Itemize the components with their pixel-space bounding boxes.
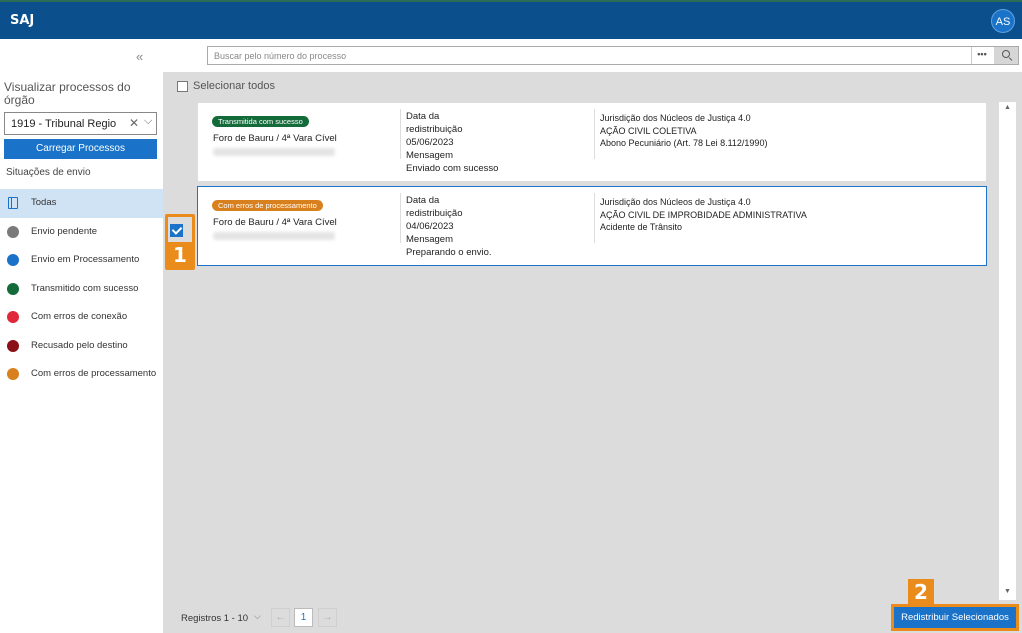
date-label-cont: redistribuição <box>406 124 463 135</box>
process-card[interactable]: Com erros de processamento Foro de Bauru … <box>197 186 987 266</box>
redistribute-selected-button[interactable]: Redistribuir Selecionados <box>894 607 1016 628</box>
class-text: AÇÃO CIVIL DE IMPROBIDADE ADMINISTRATIVA <box>600 209 807 220</box>
current-page-button[interactable]: 1 <box>294 608 313 627</box>
message-text: Preparando o envio. <box>406 247 492 258</box>
search-bar: ••• <box>163 39 1022 72</box>
row-2-checkbox[interactable] <box>170 224 183 237</box>
message-label: Mensagem <box>406 234 453 245</box>
status-filter-item[interactable]: Envio em Processamento <box>0 246 163 275</box>
column-divider <box>594 193 595 243</box>
list-scrollbar[interactable]: ▲ ▼ <box>999 102 1016 600</box>
foro-label: Foro de Bauru / 4ª Vara Cível <box>213 133 337 144</box>
records-chevron-down-icon[interactable]: ⌵ <box>254 611 261 622</box>
select-all-checkbox[interactable] <box>177 81 188 92</box>
date-label-cont: redistribuição <box>406 208 463 219</box>
user-avatar[interactable]: AS <box>991 9 1015 33</box>
view-processes-label: Visualizar processos do órgão <box>4 80 131 107</box>
scroll-down-icon[interactable]: ▼ <box>1004 588 1011 595</box>
column-divider <box>594 109 595 159</box>
status-filter-label: Recusado pelo destino <box>31 339 128 351</box>
status-filter-item[interactable]: Envio pendente <box>0 218 163 247</box>
column-divider <box>400 193 401 243</box>
clear-icon[interactable]: ✕ <box>129 116 139 130</box>
prev-page-button[interactable]: ← <box>271 608 290 627</box>
status-section-title: Situações de envio <box>6 167 91 178</box>
redistribution-date: 04/06/2023 <box>406 221 454 232</box>
date-label: Data da <box>406 111 440 122</box>
message-label: Mensagem <box>406 150 453 161</box>
status-filter-label: Envio em Processamento <box>31 254 140 265</box>
step-2-highlight: Redistribuir Selecionados <box>891 604 1019 631</box>
subject-text: Abono Pecuniário (Art. 78 Lei 8.112/1990… <box>600 138 768 148</box>
search-icon <box>1002 50 1010 58</box>
search-button[interactable] <box>994 47 1018 64</box>
message-text: Enviado com sucesso <box>406 163 499 174</box>
load-processes-button[interactable]: Carregar Processos <box>4 139 157 159</box>
status-filter-label: Todas <box>31 197 57 208</box>
status-dot-icon <box>7 254 19 266</box>
status-filter-label: Envio pendente <box>31 225 98 237</box>
status-filter-item[interactable]: Com erros de processamento <box>0 360 163 389</box>
redistribution-info: Data da redistribuição 04/06/2023 Mensagem P… <box>406 194 492 259</box>
more-options-icon[interactable]: ••• <box>971 47 992 64</box>
status-filter-item[interactable]: Transmitido com sucesso <box>0 275 163 304</box>
status-filter-item[interactable]: Todas <box>0 189 163 218</box>
jurisdiction-text: Jurisdição dos Núcleos de Justiça 4.0 <box>600 197 751 207</box>
next-page-button[interactable]: → <box>318 608 337 627</box>
scroll-up-icon[interactable]: ▲ <box>1004 104 1011 111</box>
status-filter-label: Com erros de processamento <box>31 368 157 379</box>
status-dot-icon <box>7 339 19 352</box>
status-badge: Com erros de processamento <box>212 200 323 211</box>
status-filter-label: Transmitido com sucesso <box>31 282 139 294</box>
main-panel: ••• Selecionar todos Transmitida com suc… <box>163 39 1022 633</box>
class-text: AÇÃO CIVIL COLETIVA <box>600 125 697 136</box>
book-icon <box>8 197 18 209</box>
chevron-down-icon[interactable]: ⌵ <box>144 115 152 128</box>
redacted-process-number <box>213 232 335 240</box>
date-label: Data da <box>406 195 440 206</box>
sidebar: « Visualizar processos do órgão 1919 - T… <box>0 39 163 633</box>
org-select-value: 1919 - Tribunal Regio <box>11 118 117 130</box>
step-1-marker: 1 <box>167 242 193 268</box>
status-filter-item[interactable]: Com erros de conexão <box>0 303 163 332</box>
status-filter-item[interactable]: Recusado pelo destino <box>0 332 163 361</box>
search-box: ••• <box>207 46 1019 65</box>
search-input[interactable] <box>214 48 964 63</box>
app-title: SAJ <box>10 13 35 28</box>
status-dot-icon <box>7 225 19 238</box>
redistribution-date: 05/06/2023 <box>406 137 454 148</box>
status-dot-icon <box>7 311 19 323</box>
column-divider <box>400 109 401 159</box>
process-card[interactable]: Transmitida com sucesso Foro de Bauru / 4… <box>197 102 987 182</box>
jurisdiction-info: Jurisdição dos Núcleos de Justiça 4.0 AÇÃ… <box>600 196 807 234</box>
subject-text: Acidente de Trânsito <box>600 222 683 232</box>
status-dot-icon <box>7 282 19 295</box>
records-per-page[interactable]: Registros 1 - 10 <box>181 613 248 624</box>
top-bar: SAJ AS <box>0 0 1022 39</box>
status-filter-label: Com erros de conexão <box>31 311 128 322</box>
select-all-label: Selecionar todos <box>193 80 275 92</box>
redacted-process-number <box>213 148 335 156</box>
jurisdiction-text: Jurisdição dos Núcleos de Justiça 4.0 <box>600 113 751 123</box>
status-dot-icon <box>7 368 19 380</box>
step-2-marker: 2 <box>908 579 934 605</box>
status-badge: Transmitida com sucesso <box>212 116 309 127</box>
status-filter-list: Todas Envio pendente Envio em Processament… <box>0 189 163 389</box>
jurisdiction-info: Jurisdição dos Núcleos de Justiça 4.0 AÇÃ… <box>600 112 767 150</box>
foro-label: Foro de Bauru / 4ª Vara Cível <box>213 217 337 228</box>
redistribution-info: Data da redistribuição 05/06/2023 Mensagem E… <box>406 110 498 175</box>
org-select[interactable]: 1919 - Tribunal Regio ✕ ⌵ <box>4 112 157 135</box>
collapse-sidebar-icon[interactable]: « <box>136 49 143 64</box>
